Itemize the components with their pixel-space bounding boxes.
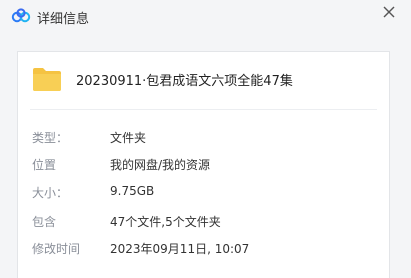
property-label: 包含 [32, 215, 57, 229]
file-name: 20230911·包君成语文六项全能47集 [76, 74, 293, 89]
baidu-netdisk-cloud-icon [11, 8, 31, 23]
property-value: 9.75GB [110, 184, 155, 198]
property-value: 文件夹 [110, 131, 147, 145]
property-label: 位置 [32, 158, 57, 172]
file-name-row: 20230911·包君成语文六项全能47集 [18, 52, 389, 108]
divider [30, 109, 377, 110]
property-label: 修改时间 [32, 242, 81, 256]
close-icon[interactable] [381, 4, 397, 20]
property-value: 我的网盘/我的资源 [110, 158, 211, 172]
property-modified-time: 修改时间 2023年09月11日, 10:07 [18, 240, 389, 258]
property-size: 大小： 9.75GB [18, 184, 389, 202]
dialog-title: 详细信息 [37, 12, 90, 27]
property-value: 47个文件,5个文件夹 [110, 215, 221, 229]
title-bar: 详细信息 [0, 0, 411, 34]
details-dialog: 详细信息 20230911·包君成语文六项全能47集 类型： 文件夹 位置 我的… [0, 0, 411, 278]
property-value: 2023年09月11日, 10:07 [110, 242, 250, 256]
property-label: 类型： [32, 131, 69, 145]
details-card: 20230911·包君成语文六项全能47集 类型： 文件夹 位置 我的网盘/我的… [17, 51, 390, 278]
property-location: 位置 我的网盘/我的资源 [18, 156, 389, 174]
property-type: 类型： 文件夹 [18, 129, 389, 147]
property-contains: 包含 47个文件,5个文件夹 [18, 213, 389, 231]
property-label: 大小： [32, 186, 69, 200]
folder-icon [33, 68, 61, 91]
